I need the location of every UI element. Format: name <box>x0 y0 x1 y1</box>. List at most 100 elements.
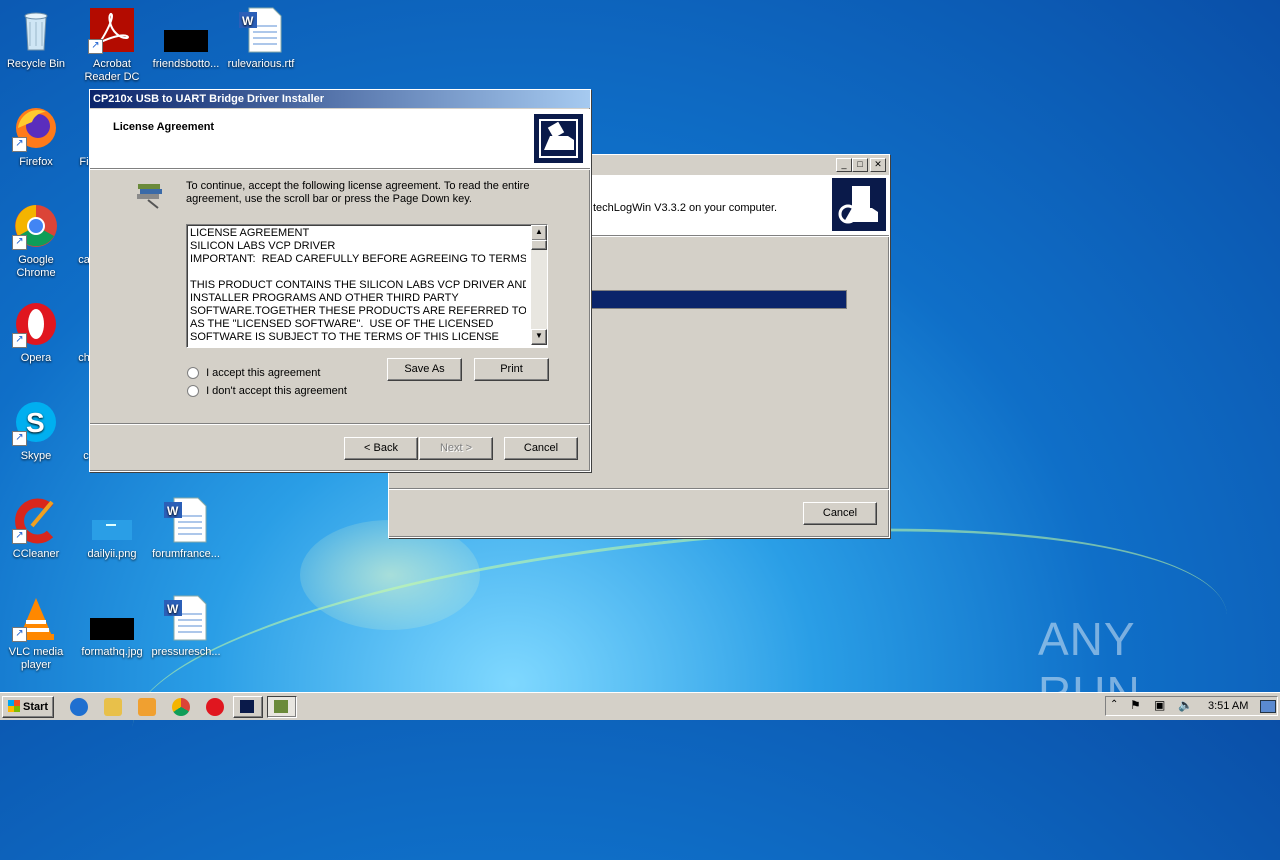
desktop-icon-label: rulevarious.rtf <box>227 58 295 70</box>
footer-separator <box>90 423 590 425</box>
internet-explorer-icon[interactable] <box>70 698 88 716</box>
media-player-icon[interactable] <box>138 698 156 716</box>
license-dialog[interactable]: CP210x USB to UART Bridge Driver Install… <box>89 89 591 472</box>
next-button[interactable]: Next > <box>419 437 493 460</box>
desktop-icon-label: dailyii.png <box>87 548 137 560</box>
footer-separator <box>389 488 889 490</box>
installer-logo-icon <box>534 114 583 163</box>
shortcut-arrow-icon: ↗ <box>88 39 103 54</box>
dialog-cancel-button[interactable]: Cancel <box>504 437 578 460</box>
recycle-bin-icon <box>12 6 60 54</box>
installer-cancel-button[interactable]: Cancel <box>803 502 877 525</box>
dialog-titlebar[interactable]: CP210x USB to UART Bridge Driver Install… <box>90 90 590 108</box>
desktop-icon-ccleaner[interactable]: ↗ CCleaner <box>0 496 74 561</box>
license-line: SILICON LABS VCP DRIVER <box>190 240 336 252</box>
desktop-icon-label: Google Chrome <box>16 254 56 279</box>
volume-icon[interactable]: 🔈 <box>1178 698 1193 712</box>
license-task-icon <box>274 700 288 713</box>
save-as-button[interactable]: Save As <box>387 358 462 381</box>
maximize-button[interactable]: □ <box>852 158 868 172</box>
shortcut-arrow-icon: ↗ <box>12 529 27 544</box>
decline-radio-button[interactable] <box>187 385 199 398</box>
network-icon[interactable]: ▣ <box>1154 698 1165 712</box>
license-text-box[interactable]: LICENSE AGREEMENT SILICON LABS VCP DRIVER… <box>186 224 548 348</box>
show-hidden-icons-chevron-icon[interactable]: ⌃ <box>1110 699 1118 710</box>
shortcut-arrow-icon: ↗ <box>12 431 27 446</box>
license-text: LICENSE AGREEMENT SILICON LABS VCP DRIVER… <box>190 227 526 343</box>
desktop-icon-label: CCleaner <box>12 548 60 560</box>
installer-logo-icon <box>832 178 886 231</box>
installer-task-icon <box>240 700 254 713</box>
firefox-icon: ↗ <box>12 104 60 152</box>
desktop-icon-label: Recycle Bin <box>6 58 66 70</box>
desktop-icon-label: friendsbotto... <box>152 58 220 70</box>
desktop-icon-firefox[interactable]: ↗ Firefox <box>0 104 74 169</box>
svg-text:W: W <box>167 602 179 616</box>
start-button[interactable]: Start <box>2 696 54 718</box>
desktop-icon-pressuresch[interactable]: W pressuresch... <box>148 594 224 659</box>
chrome-icon: ↗ <box>12 202 60 250</box>
file-thumbnail-icon <box>162 6 210 54</box>
decline-radio-option[interactable]: I don't accept this agreement <box>187 385 347 398</box>
opera-taskbar-icon[interactable] <box>206 698 224 716</box>
install-progress-fill <box>590 291 846 308</box>
desktop-icon-chrome[interactable]: ↗ Google Chrome <box>0 202 74 280</box>
installer-header-text: techLogWin V3.3.2 on your computer. <box>593 202 778 214</box>
shortcut-arrow-icon: ↗ <box>12 333 27 348</box>
license-line <box>190 266 526 279</box>
dialog-title: CP210x USB to UART Bridge Driver Install… <box>93 93 325 105</box>
header-separator <box>90 168 590 170</box>
desktop-icon-formathq[interactable]: formathq.jpg <box>74 594 150 659</box>
word-document-icon: W <box>237 6 285 54</box>
chrome-taskbar-icon[interactable] <box>172 698 190 716</box>
decline-radio-label[interactable]: I don't accept this agreement <box>206 385 347 397</box>
desktop-icon-opera[interactable]: ↗ Opera <box>0 300 74 365</box>
desktop-icon-friendsbotto[interactable]: friendsbotto... <box>148 6 224 71</box>
svg-text:W: W <box>167 504 179 518</box>
svg-text:S: S <box>26 407 45 438</box>
skype-icon: S ↗ <box>12 398 60 446</box>
scroll-up-button[interactable]: ▲ <box>531 225 547 241</box>
word-document-icon: W <box>162 594 210 642</box>
desktop-icon-forumfrance[interactable]: W forumfrance... <box>148 496 224 561</box>
desktop-icon-label: Skype <box>20 450 52 462</box>
anyrun-watermark: ANY RUN <box>1038 613 1140 719</box>
license-line: IMPORTANT: READ CAREFULLY BEFORE AGREEIN… <box>190 253 526 265</box>
show-desktop-icon[interactable] <box>1260 700 1276 713</box>
back-button[interactable]: < Back <box>344 437 418 460</box>
license-line: INSTALLER PROGRAMS AND OTHER THIRD PARTY <box>190 292 459 304</box>
image-thumbnail-icon <box>88 496 136 544</box>
close-button[interactable]: ✕ <box>870 158 886 172</box>
image-thumbnail-icon <box>88 594 136 642</box>
accept-radio-label[interactable]: I accept this agreement <box>206 367 320 379</box>
desktop-icon-rulevarious[interactable]: W rulevarious.rtf <box>223 6 299 71</box>
install-progress-bar <box>589 290 847 309</box>
file-explorer-icon[interactable] <box>104 698 122 716</box>
accept-radio-button[interactable] <box>187 367 199 380</box>
action-center-flag-icon[interactable]: ⚑ <box>1130 698 1141 712</box>
desktop-icon-label: VLC media player <box>8 646 64 671</box>
desktop-icon-acrobat[interactable]: ↗ Acrobat Reader DC <box>74 6 150 84</box>
desktop-icon-vlc[interactable]: ↗ VLC media player <box>0 594 74 672</box>
vertical-scrollbar[interactable]: ▲ ▼ <box>531 225 547 345</box>
vlc-icon: ↗ <box>12 594 60 642</box>
ccleaner-icon: ↗ <box>12 496 60 544</box>
minimize-button[interactable]: _ <box>836 158 852 172</box>
desktop-icon-recycle-bin[interactable]: Recycle Bin <box>0 6 74 71</box>
license-line: LICENSE AGREEMENT <box>190 227 310 239</box>
desktop-icon-dailyii[interactable]: dailyii.png <box>74 496 150 561</box>
start-label: Start <box>23 701 49 713</box>
scroll-down-button[interactable]: ▼ <box>531 329 547 345</box>
license-task-button[interactable] <box>267 696 297 718</box>
scroll-thumb[interactable] <box>531 240 547 250</box>
accept-radio-option[interactable]: I accept this agreement <box>187 367 320 380</box>
desktop-icon-skype[interactable]: S ↗ Skype <box>0 398 74 463</box>
instruction-text: To continue, accept the following licens… <box>186 180 530 205</box>
clock[interactable]: 3:51 AM <box>1208 700 1248 712</box>
license-line: SOFTWARE IS SUBJECT TO THE TERMS OF THIS… <box>190 331 499 343</box>
taskbar: Start ⌃ ⚑ ▣ 🔈 3:51 AM <box>0 692 1280 720</box>
license-line: AS THE "LICENSED SOFTWARE". USE OF THE L… <box>190 318 494 330</box>
svg-text:W: W <box>242 14 254 28</box>
print-button[interactable]: Print <box>474 358 549 381</box>
installer-task-button[interactable] <box>233 696 263 718</box>
